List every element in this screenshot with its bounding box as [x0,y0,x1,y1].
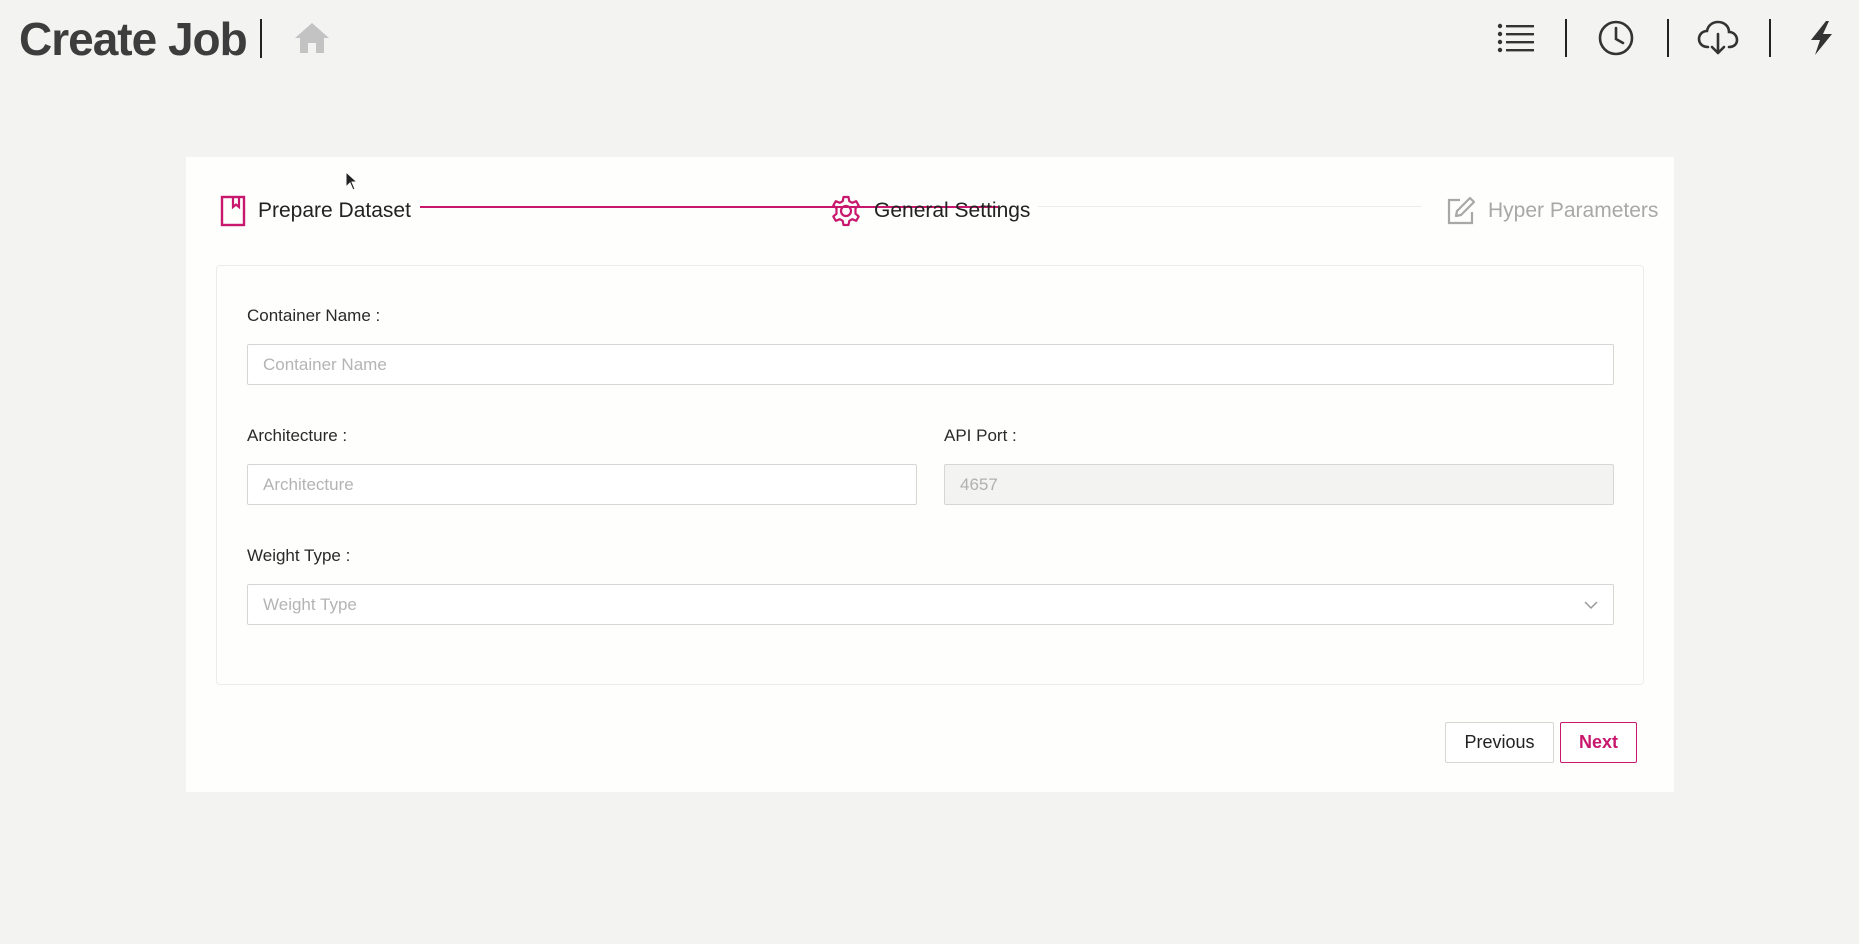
chevron-down-icon [1584,601,1598,610]
step-label: General Settings [874,199,1031,222]
container-name-label: Container Name : [247,306,381,325]
weight-type-label: Weight Type : [247,546,351,565]
gear-icon [832,195,860,227]
create-job-card: Prepare Dataset General Settings Hyper P… [186,157,1674,792]
api-port-label: API Port : [944,426,1017,445]
step-connector-pending [1038,206,1422,207]
architecture-input[interactable] [247,464,917,505]
title-divider [260,19,262,58]
cloud-download-icon [1697,20,1739,55]
step-prepare-dataset[interactable]: Prepare Dataset [220,191,411,231]
toolbar-divider [1769,19,1771,57]
clock-icon [1598,20,1634,56]
previous-button[interactable]: Previous [1445,722,1554,763]
top-bar: Create Job [0,0,1859,80]
step-hyper-parameters[interactable]: Hyper Parameters [1446,191,1658,231]
quick-action-button[interactable] [1799,16,1843,60]
api-port-input [944,464,1614,505]
lightning-icon [1811,21,1832,55]
download-button[interactable] [1696,16,1740,60]
home-button[interactable] [292,18,332,58]
architecture-label: Architecture : [247,426,348,445]
weight-type-select[interactable]: Weight Type [247,584,1614,625]
page-title: Create Job [19,13,248,65]
weight-type-placeholder: Weight Type [263,595,357,614]
edit-icon [1447,196,1476,225]
container-name-input[interactable] [247,344,1614,385]
general-settings-form: Container Name : Architecture : API Port… [216,265,1644,685]
bookmark-icon [220,195,246,227]
list-icon [1497,23,1534,53]
step-general-settings[interactable]: General Settings [830,191,1030,231]
toolbar-divider [1667,19,1669,57]
toolbar-divider [1565,19,1567,57]
step-label: Hyper Parameters [1488,199,1659,222]
history-button[interactable] [1594,16,1638,60]
step-label: Prepare Dataset [258,199,411,222]
mouse-cursor-icon [345,171,359,191]
next-button[interactable]: Next [1560,722,1637,763]
list-button[interactable] [1494,16,1538,60]
home-icon [295,23,329,53]
